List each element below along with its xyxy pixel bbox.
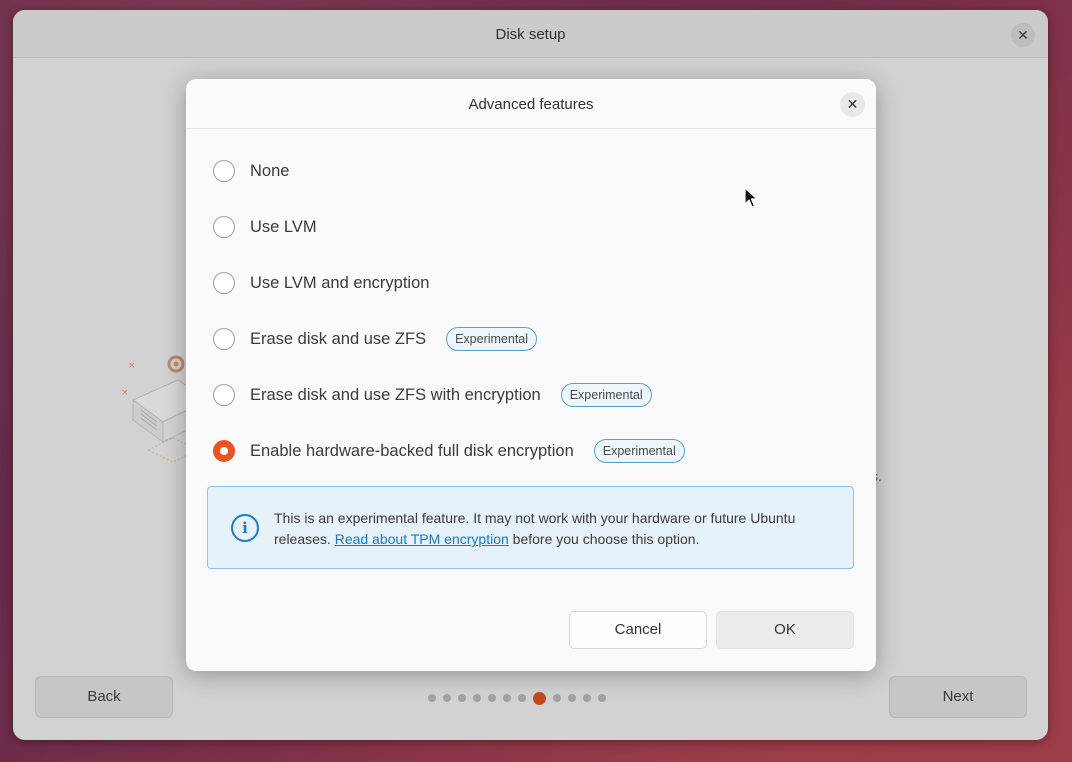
- cancel-button[interactable]: Cancel: [569, 611, 707, 649]
- next-button[interactable]: Next: [889, 676, 1027, 718]
- radio-button[interactable]: [213, 384, 235, 406]
- experimental-badge: Experimental: [560, 383, 652, 407]
- option-row[interactable]: None: [213, 143, 856, 199]
- option-label: None: [250, 161, 290, 180]
- ok-button[interactable]: OK: [716, 611, 854, 649]
- page-dot: [443, 694, 451, 702]
- page-dot: [598, 694, 606, 702]
- option-row[interactable]: Enable hardware-backed full disk encrypt…: [213, 423, 856, 479]
- option-row[interactable]: Use LVM and encryption: [213, 255, 856, 311]
- page-dot: [473, 694, 481, 702]
- info-box: i This is an experimental feature. It ma…: [207, 486, 854, 569]
- option-label: Erase disk and use ZFS with encryption: [250, 385, 541, 404]
- svg-text:×: ×: [128, 361, 136, 371]
- back-button[interactable]: Back: [35, 676, 173, 718]
- radio-button[interactable]: [213, 160, 235, 182]
- page-dot: [583, 694, 591, 702]
- dialog-header: Advanced features ✕: [186, 79, 876, 129]
- option-label: Enable hardware-backed full disk encrypt…: [250, 441, 574, 460]
- info-text-after: before you choose this option.: [508, 531, 700, 547]
- svg-text:×: ×: [121, 388, 129, 398]
- dialog-close-button[interactable]: ✕: [840, 92, 865, 117]
- feature-options-list: None Use LVM Use LVM and encryption Erase d…: [213, 143, 856, 479]
- page-dot: [458, 694, 466, 702]
- tpm-encryption-link[interactable]: Read about TPM encryption: [335, 531, 509, 547]
- page-dot: [503, 694, 511, 702]
- window-title: Disk setup: [495, 26, 566, 43]
- page-dot: [428, 694, 436, 702]
- radio-button[interactable]: [213, 272, 235, 294]
- window-close-button[interactable]: ✕: [1011, 23, 1035, 47]
- page-dot: [518, 694, 526, 702]
- info-text: This is an experimental feature. It may …: [274, 508, 839, 550]
- option-row[interactable]: Use LVM: [213, 199, 856, 255]
- radio-button[interactable]: [213, 216, 235, 238]
- option-row[interactable]: Erase disk and use ZFS Experimental: [213, 311, 856, 367]
- option-label: Use LVM and encryption: [250, 273, 430, 292]
- mouse-pointer-icon: [744, 187, 758, 208]
- page-dot: [568, 694, 576, 702]
- experimental-badge: Experimental: [446, 327, 538, 351]
- page-dot: [553, 694, 561, 702]
- radio-button[interactable]: [213, 328, 235, 350]
- option-label: Erase disk and use ZFS: [250, 329, 427, 348]
- window-header: Disk setup ✕: [13, 10, 1048, 58]
- info-icon: i: [231, 514, 259, 542]
- dialog-title: Advanced features: [468, 96, 594, 113]
- page-dot-active: [533, 691, 546, 705]
- page-dot: [488, 694, 496, 702]
- option-label: Use LVM: [250, 217, 317, 236]
- experimental-badge: Experimental: [593, 439, 685, 463]
- option-row[interactable]: Erase disk and use ZFS with encryption Ex…: [213, 367, 856, 423]
- radio-button-checked[interactable]: [213, 440, 235, 462]
- advanced-features-dialog: Advanced features ✕ None Use LVM Use LVM a…: [186, 79, 876, 671]
- page-indicator: [428, 691, 606, 705]
